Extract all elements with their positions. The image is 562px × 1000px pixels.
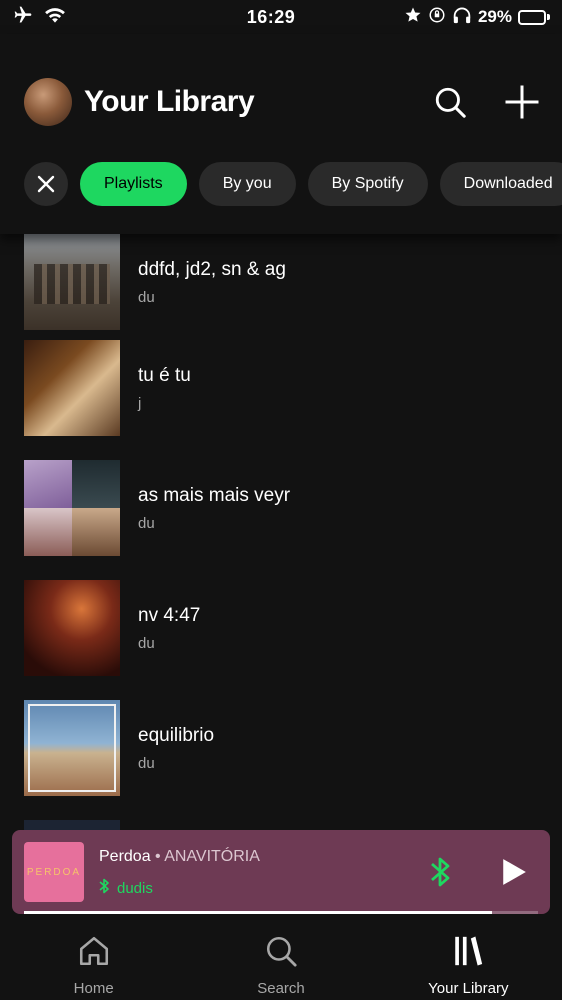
list-item[interactable]: as mais mais veyr du: [24, 460, 544, 556]
chip-downloaded[interactable]: Downloaded: [439, 162, 562, 206]
search-icon: [264, 934, 298, 972]
search-icon[interactable]: [430, 82, 470, 122]
playlist-title: ddfd, jd2, sn & ag: [138, 258, 286, 280]
list-item[interactable]: nv 4:47 du: [24, 580, 544, 676]
chip-by-you[interactable]: By you: [198, 162, 296, 206]
playlist-title: equilibrio: [138, 724, 215, 746]
star-icon: [404, 6, 422, 29]
now-playing-bar[interactable]: PERDOA Perdoa • ANAVITÓRIA dudis: [12, 830, 550, 914]
nav-your-library-label: Your Library: [428, 980, 509, 997]
home-icon: [77, 934, 111, 972]
playlist-title: tu é tu: [138, 364, 191, 386]
now-playing-title: Perdoa • ANAVITÓRIA: [99, 848, 260, 866]
playback-progress: [24, 911, 538, 914]
playlist-owner: du: [138, 754, 155, 772]
headphones-icon: [452, 6, 472, 29]
playlist-owner: du: [138, 514, 155, 532]
page-title: Your Library: [84, 85, 255, 118]
bottom-nav: Home Search Your Library: [0, 918, 562, 1000]
bluetooth-icon[interactable]: [426, 854, 454, 890]
play-icon[interactable]: [496, 854, 532, 890]
track-name: Perdoa: [99, 848, 151, 865]
playlist-title: as mais mais veyr: [138, 484, 291, 506]
filter-chips: Playlists By you By Spotify Downloaded: [24, 162, 562, 206]
wifi-icon: [44, 6, 66, 29]
library-icon: [451, 934, 485, 972]
airplane-icon: [12, 5, 34, 30]
title-separator: •: [150, 848, 165, 865]
playlist-cover: [24, 580, 120, 676]
avatar[interactable]: [24, 78, 72, 126]
orientation-lock-icon: [428, 6, 446, 29]
nav-home-label: Home: [73, 980, 114, 997]
nav-search[interactable]: Search: [187, 918, 374, 1000]
list-item[interactable]: ddfd, jd2, sn & ag du: [24, 234, 544, 330]
chip-playlists[interactable]: Playlists: [80, 162, 187, 206]
list-item[interactable]: equilibrio du: [24, 700, 544, 796]
library-header: Your Library Playlists By you By Spotify…: [0, 34, 562, 234]
battery-charging-icon: [518, 9, 550, 25]
bluetooth-icon: [99, 878, 109, 898]
list-item[interactable]: tu é tu j: [24, 340, 544, 436]
playlist-cover: [24, 460, 120, 556]
nav-search-label: Search: [257, 980, 305, 997]
playlist-list: ddfd, jd2, sn & ag du tu é tu j as mais …: [0, 234, 562, 834]
artist-name: ANAVITÓRIA: [164, 848, 260, 865]
playlist-owner: j: [138, 394, 142, 412]
playlist-title: nv 4:47: [138, 604, 201, 626]
nav-home[interactable]: Home: [0, 918, 187, 1000]
status-time: 16:29: [246, 6, 296, 27]
close-icon[interactable]: [24, 162, 68, 206]
chip-by-spotify[interactable]: By Spotify: [307, 162, 428, 206]
playlist-cover: [24, 700, 120, 796]
device-name: dudis: [117, 879, 153, 897]
battery-percent: 29%: [477, 7, 512, 26]
playlist-owner: du: [138, 288, 155, 306]
plus-icon[interactable]: [502, 82, 542, 122]
now-playing-cover: PERDOA: [24, 842, 84, 902]
connected-device: dudis: [99, 878, 153, 898]
playlist-owner: du: [138, 634, 155, 652]
nav-your-library[interactable]: Your Library: [375, 918, 562, 1000]
playlist-cover: [24, 234, 120, 330]
playlist-cover: [24, 340, 120, 436]
status-bar: 16:29 29%: [0, 0, 562, 34]
